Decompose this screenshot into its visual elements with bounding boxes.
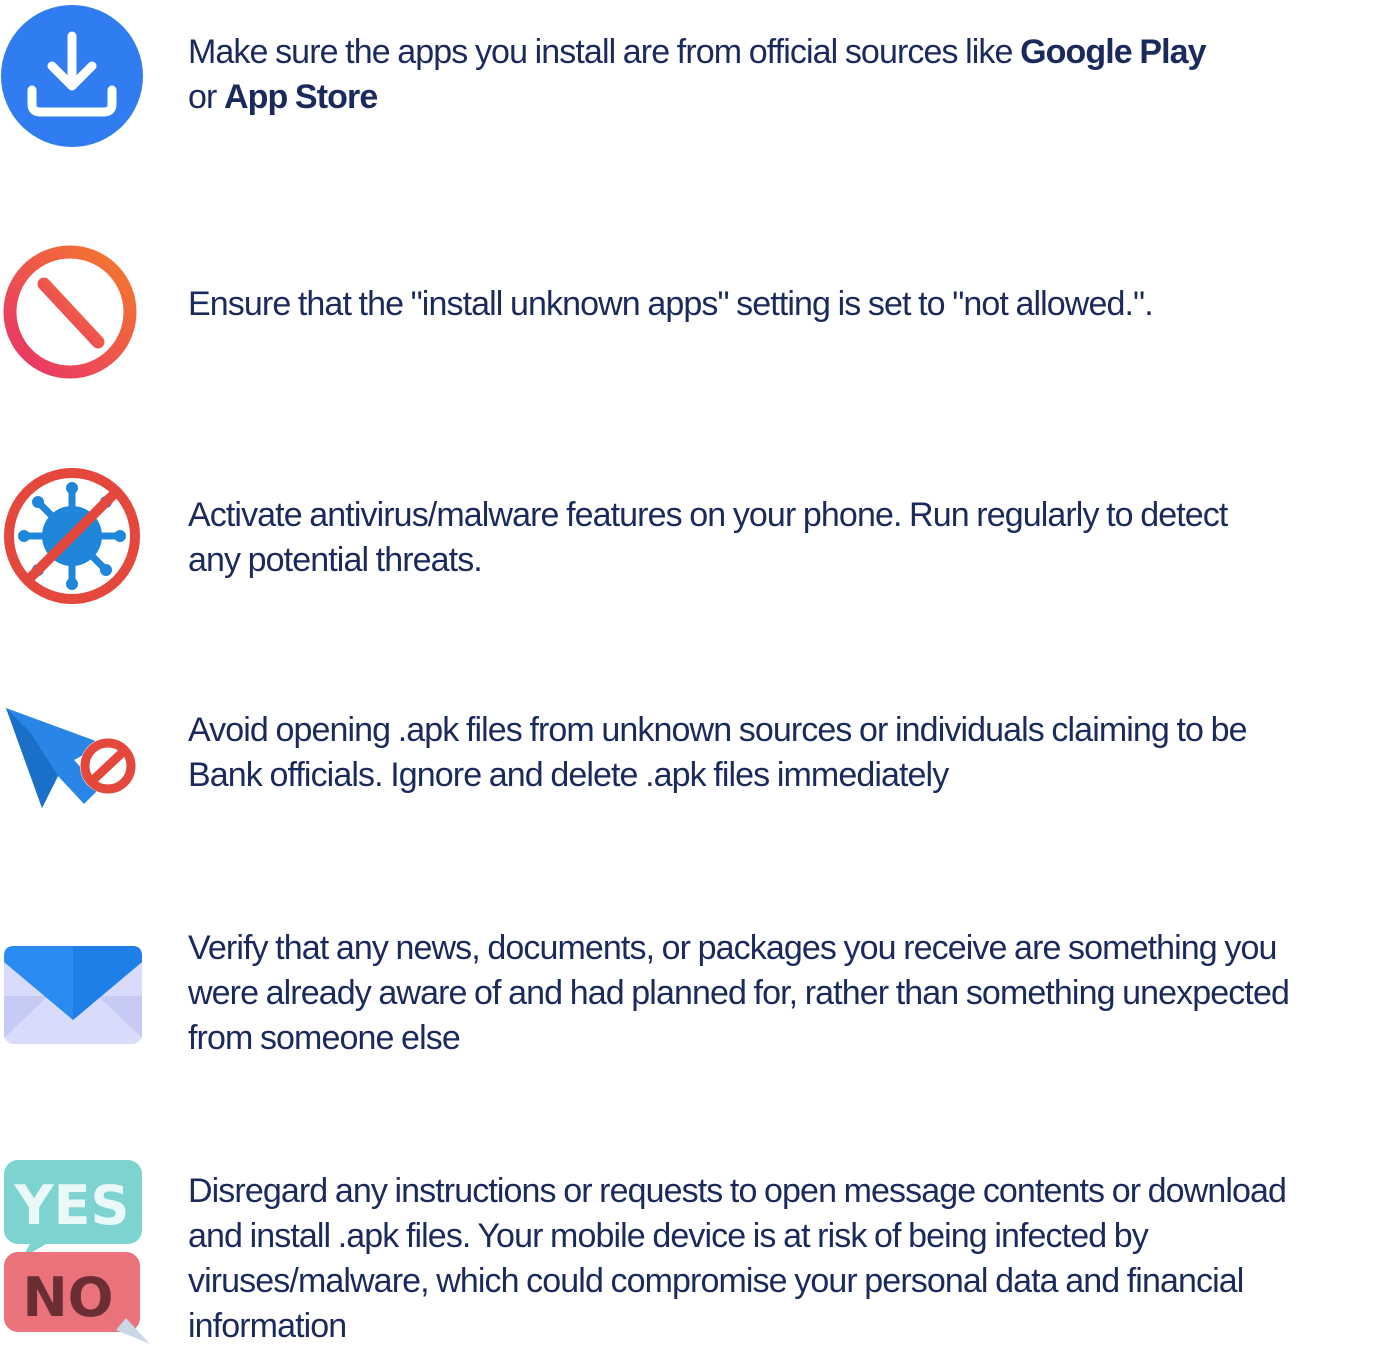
tip-line: Activate antivirus/malware features on y… [188, 496, 1228, 534]
tip-line: from someone else [188, 1019, 461, 1057]
no-virus-icon [0, 462, 150, 612]
download-icon [0, 0, 150, 150]
tip-line: Make sure the apps you install are from … [188, 33, 1207, 71]
no-label: NO [22, 1266, 113, 1329]
tip-line: viruses/malware, which could compromise … [188, 1262, 1244, 1300]
tip-text: Make sure the apps you install are from … [188, 30, 1380, 120]
cursor-block-icon [0, 692, 150, 842]
tip-text: Avoid opening .apk files from unknown so… [188, 708, 1380, 798]
tip-line: Disregard any instructions or requests t… [188, 1172, 1287, 1210]
yes-no-icon: YES NO [0, 1158, 150, 1347]
tip-line: Verify that any news, documents, or pack… [188, 929, 1277, 967]
tip-text: Ensure that the "install unknown apps" s… [188, 282, 1380, 327]
tip-line: any potential threats. [188, 541, 483, 579]
tip-line: and install .apk files. Your mobile devi… [188, 1217, 1149, 1255]
tip-line: Avoid opening .apk files from unknown so… [188, 711, 1248, 749]
envelope-icon [0, 922, 150, 1072]
tip-line: Bank officials. Ignore and delete .apk f… [188, 756, 949, 794]
yes-label: YES [14, 1174, 130, 1237]
tip-line: information [188, 1307, 347, 1345]
tip-text: Verify that any news, documents, or pack… [188, 926, 1380, 1061]
tip-line: Ensure that the "install unknown apps" s… [188, 285, 1154, 323]
no-entry-icon [0, 238, 150, 388]
tip-text: Activate antivirus/malware features on y… [188, 493, 1380, 583]
tip-text: Disregard any instructions or requests t… [188, 1169, 1380, 1349]
tip-line: were already aware of and had planned fo… [188, 974, 1290, 1012]
tip-line: or App Store [188, 78, 378, 116]
